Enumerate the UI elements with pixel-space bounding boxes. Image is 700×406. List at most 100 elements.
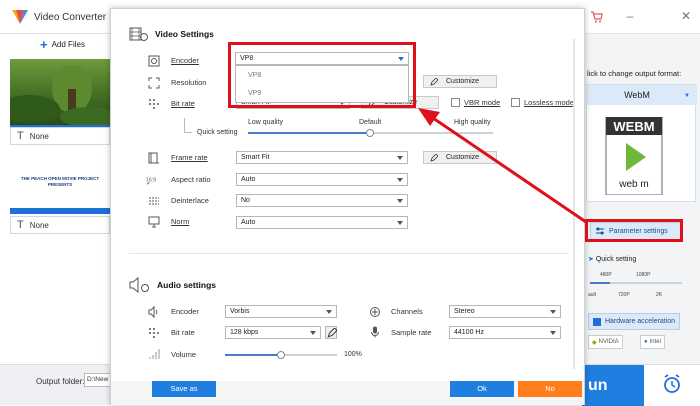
format-header[interactable]: WebM ▼ [587, 85, 697, 105]
frame-rate-icon [148, 152, 159, 164]
forest-scene-image [10, 65, 110, 125]
hardware-acceleration-toggle[interactable]: Hardware acceleration [588, 313, 680, 330]
norm-select[interactable]: Auto [236, 216, 408, 229]
webm-format-icon: WEBM web m [605, 117, 663, 195]
file-list-pane: + Add Files T None THE PEACH OPEN MOVIE PR… [0, 34, 110, 364]
audio-bitrate-select[interactable]: 128 kbps [225, 326, 321, 339]
aspect-ratio-label: Aspect ratio [171, 175, 211, 184]
section-divider [129, 253, 569, 254]
close-button[interactable]: ✕ [678, 8, 694, 24]
audio-bitrate-label: Bit rate [171, 328, 195, 337]
no-button[interactable]: No [518, 381, 582, 397]
resolution-icon [148, 77, 160, 89]
sample-rate-label: Sample rate [391, 328, 432, 337]
default-label: Default [359, 119, 382, 126]
nvidia-chip[interactable]: ◆ NVIDIA [588, 335, 623, 349]
chevron-down-icon [397, 199, 403, 203]
intel-chip[interactable]: ● Intel [640, 335, 665, 349]
frame-rate-label: Frame rate [171, 153, 208, 162]
audio-bitrate-edit-button[interactable] [325, 326, 337, 339]
chevron-down-icon [550, 331, 556, 335]
channels-select[interactable]: Stereo [449, 305, 561, 318]
nvidia-logo-icon: ◆ [592, 339, 597, 346]
channels-icon [370, 307, 380, 317]
mini-fill [590, 282, 610, 284]
bitrate-icon [149, 99, 159, 109]
resolution-customize-button[interactable]: Customize [423, 75, 497, 88]
mini-label: 1080P [636, 272, 651, 278]
aspect-ratio-icon: 16:9 [146, 178, 156, 185]
ok-button[interactable]: Ok [450, 381, 514, 397]
dialog-scrollbar[interactable] [573, 39, 575, 369]
plus-icon: + [40, 36, 48, 52]
aspect-ratio-select[interactable]: Auto [236, 173, 408, 186]
save-as-button[interactable]: Save as [152, 381, 216, 397]
bitrate-label: Bit rate [171, 99, 195, 108]
volume-slider-thumb[interactable] [277, 351, 285, 359]
subtitle-row[interactable]: T None [10, 127, 110, 145]
alarm-area [644, 365, 700, 406]
mini-label: 2K [656, 292, 663, 298]
dialog-footer: Save as Ok No [111, 381, 584, 405]
encoder-label: Encoder [171, 56, 199, 65]
webm-bottom-text: web m [618, 179, 648, 190]
frame-rate-customize-button[interactable]: Customize [423, 151, 497, 164]
chevron-down-icon: ▼ [684, 93, 690, 99]
sample-rate-select[interactable]: 44100 Hz [449, 326, 561, 339]
text-icon: T [17, 219, 24, 231]
deinterlace-select[interactable]: No [236, 194, 408, 207]
volume-bars-icon [149, 349, 160, 359]
add-files-button[interactable]: + Add Files [40, 36, 85, 52]
text-icon: T [17, 130, 24, 142]
pencil-icon [430, 78, 438, 86]
encoder-highlight-annotation [228, 42, 416, 108]
app-logo-icon [12, 10, 28, 24]
arrow-icon: ➤ [588, 256, 596, 263]
alarm-clock-icon[interactable] [662, 373, 682, 395]
minimize-button[interactable]: – [622, 8, 638, 24]
pencil-icon [327, 328, 337, 338]
run-button[interactable]: un [582, 365, 644, 406]
preview-text: THE PEACH OPEN MOVIE PROJECT PRESENTS [20, 176, 100, 187]
thumbnail-band [10, 208, 110, 214]
output-folder-label: Output folder: [36, 377, 85, 386]
video-settings-icon [129, 27, 148, 41]
audio-encoder-label: Encoder [171, 307, 199, 316]
subtitle-row[interactable]: T None [10, 216, 110, 234]
frame-rate-select[interactable]: Smart Fit [236, 151, 408, 164]
audio-encoder-icon [148, 306, 158, 318]
quick-setting-mini-slider[interactable]: 480P 1080P ault 720P 2K [588, 266, 684, 306]
mini-label: 720P [618, 292, 630, 298]
quality-slider-thumb[interactable] [366, 129, 374, 137]
svg-text:16:9: 16:9 [146, 178, 156, 184]
quick-setting-label: ➤ Quick setting [588, 256, 637, 263]
mini-label: 480P [600, 272, 612, 278]
chevron-down-icon [397, 221, 403, 225]
cart-icon[interactable] [590, 10, 604, 24]
video-thumbnail[interactable] [10, 59, 110, 125]
audio-settings-title: Audio settings [129, 277, 216, 293]
vbr-mode-checkbox[interactable]: VBR mode [451, 98, 500, 107]
chevron-down-icon [310, 331, 316, 335]
mini-label: ault [588, 292, 597, 298]
video-thumbnail[interactable]: THE PEACH OPEN MOVIE PROJECT PRESENTS [10, 148, 110, 214]
tree-connector [184, 118, 185, 132]
norm-monitor-icon [148, 216, 160, 228]
chevron-down-icon [550, 310, 556, 314]
channels-label: Channels [391, 307, 423, 316]
app-title: Video Converter [34, 12, 107, 23]
lossless-mode-checkbox[interactable]: Lossless mode [511, 98, 574, 107]
checkbox-icon [593, 317, 601, 326]
webm-top-text: WEBM [613, 119, 654, 134]
resolution-label: Resolution [171, 78, 207, 87]
format-hint: lick to change output format: [587, 69, 682, 78]
intel-logo-icon: ● [644, 339, 648, 345]
low-quality-label: Low quality [248, 119, 284, 126]
high-quality-label: High quality [454, 119, 491, 126]
format-name: WebM [624, 90, 650, 100]
format-card[interactable]: WebM ▼ WEBM web m [586, 84, 697, 202]
quick-setting-label: Quick setting [197, 129, 238, 136]
parameter-settings-highlight-annotation [585, 219, 683, 242]
audio-settings-icon [129, 277, 149, 293]
audio-encoder-select[interactable]: Vorbis [225, 305, 337, 318]
